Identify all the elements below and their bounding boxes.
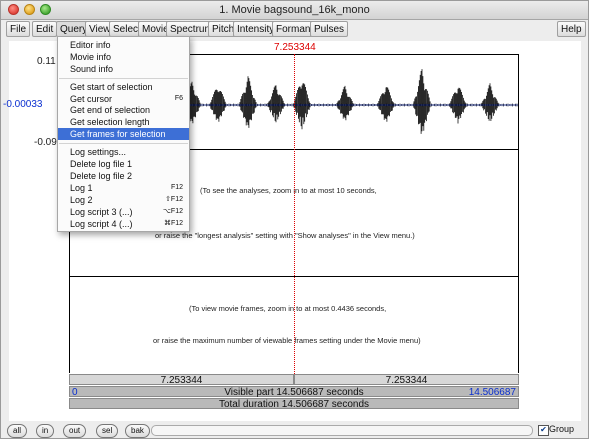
visible-start-time: 0: [72, 387, 78, 398]
menu-file[interactable]: File: [6, 21, 31, 37]
menu-item-editor-info[interactable]: Editor info: [58, 39, 189, 51]
menu-item-get-end-of-selection[interactable]: Get end of selection: [58, 104, 189, 116]
amplitude-min-label: -0.09: [34, 137, 57, 148]
menu-help[interactable]: Help: [557, 21, 586, 37]
menu-item-log-settings[interactable]: Log settings...: [58, 146, 189, 158]
shortcut-label: ⌘F12: [163, 220, 183, 227]
zoom-out-button[interactable]: out: [63, 424, 87, 438]
zoom-back-button[interactable]: bak: [125, 424, 150, 438]
menu-item-log-1[interactable]: Log 1 F12: [58, 182, 189, 194]
analysis-message-line1: (To see the analyses, zoom in to at most…: [200, 186, 377, 195]
total-duration-bar[interactable]: Total duration 14.506687 seconds: [69, 398, 519, 410]
menu-edit[interactable]: Edit: [32, 21, 58, 37]
menu-item-log-2[interactable]: Log 2 ⇧F12: [58, 194, 189, 206]
menu-pulses[interactable]: Pulses: [310, 21, 349, 37]
analysis-message-line2: or raise the "longest analysis" setting …: [155, 231, 415, 240]
selection-right-segment[interactable]: 7.253344: [294, 374, 519, 386]
zoom-sel-button[interactable]: sel: [96, 424, 119, 438]
shortcut-label: ⌥F12: [162, 208, 183, 215]
status-bar: all in out sel bak ✔ Group: [1, 422, 588, 438]
menu-item-sound-info[interactable]: Sound info: [58, 63, 189, 75]
group-label: Group: [549, 424, 575, 434]
query-menu: Editor info Movie info Sound info Get st…: [57, 36, 190, 232]
menu-item-get-frames-for-selection[interactable]: Get frames for selection: [58, 128, 189, 140]
group-checkbox[interactable]: ✔: [538, 425, 549, 436]
visible-part-bar[interactable]: 0 Visible part 14.506687 seconds 14.5066…: [69, 386, 519, 398]
zoom-in-button[interactable]: in: [36, 424, 55, 438]
title-bar[interactable]: 1. Movie bagsound_16k_mono: [1, 1, 588, 20]
menu-item-get-start-of-selection[interactable]: Get start of selection: [58, 81, 189, 93]
horizontal-scrollbar[interactable]: [151, 425, 533, 436]
movie-message-line1: (To view movie frames, zoom in to at mos…: [189, 304, 387, 313]
shortcut-label: F12: [170, 184, 183, 191]
menu-item-log-script-3[interactable]: Log script 3 (...) ⌥F12: [58, 206, 189, 218]
cursor-line: [294, 54, 295, 374]
shortcut-label: ⇧F12: [165, 196, 183, 203]
menu-item-movie-info[interactable]: Movie info: [58, 51, 189, 63]
menu-item-delete-log-file-1[interactable]: Delete log file 1: [58, 158, 189, 170]
cursor-time-label: 7.253344: [274, 42, 316, 53]
menu-item-log-script-4[interactable]: Log script 4 (...) ⌘F12: [58, 218, 189, 230]
amplitude-zero-label: -0.00033: [3, 99, 43, 110]
amplitude-max-label: 0.11: [37, 56, 56, 67]
praat-movie-window: 1. Movie bagsound_16k_mono File Edit Que…: [0, 0, 589, 439]
movie-message-line2: or raise the maximum number of viewable …: [153, 336, 421, 345]
menu-separator: [59, 78, 188, 79]
selection-left-segment[interactable]: 7.253344: [69, 374, 294, 386]
visible-part-label: Visible part 14.506687 seconds: [224, 387, 364, 398]
zoom-all-button[interactable]: all: [7, 424, 28, 438]
visible-end-time: 14.506687: [468, 387, 516, 398]
menu-separator: [59, 143, 188, 144]
menu-item-delete-log-file-2[interactable]: Delete log file 2: [58, 170, 189, 182]
window-title: 1. Movie bagsound_16k_mono: [219, 4, 370, 16]
menu-item-get-selection-length[interactable]: Get selection length: [58, 116, 189, 128]
